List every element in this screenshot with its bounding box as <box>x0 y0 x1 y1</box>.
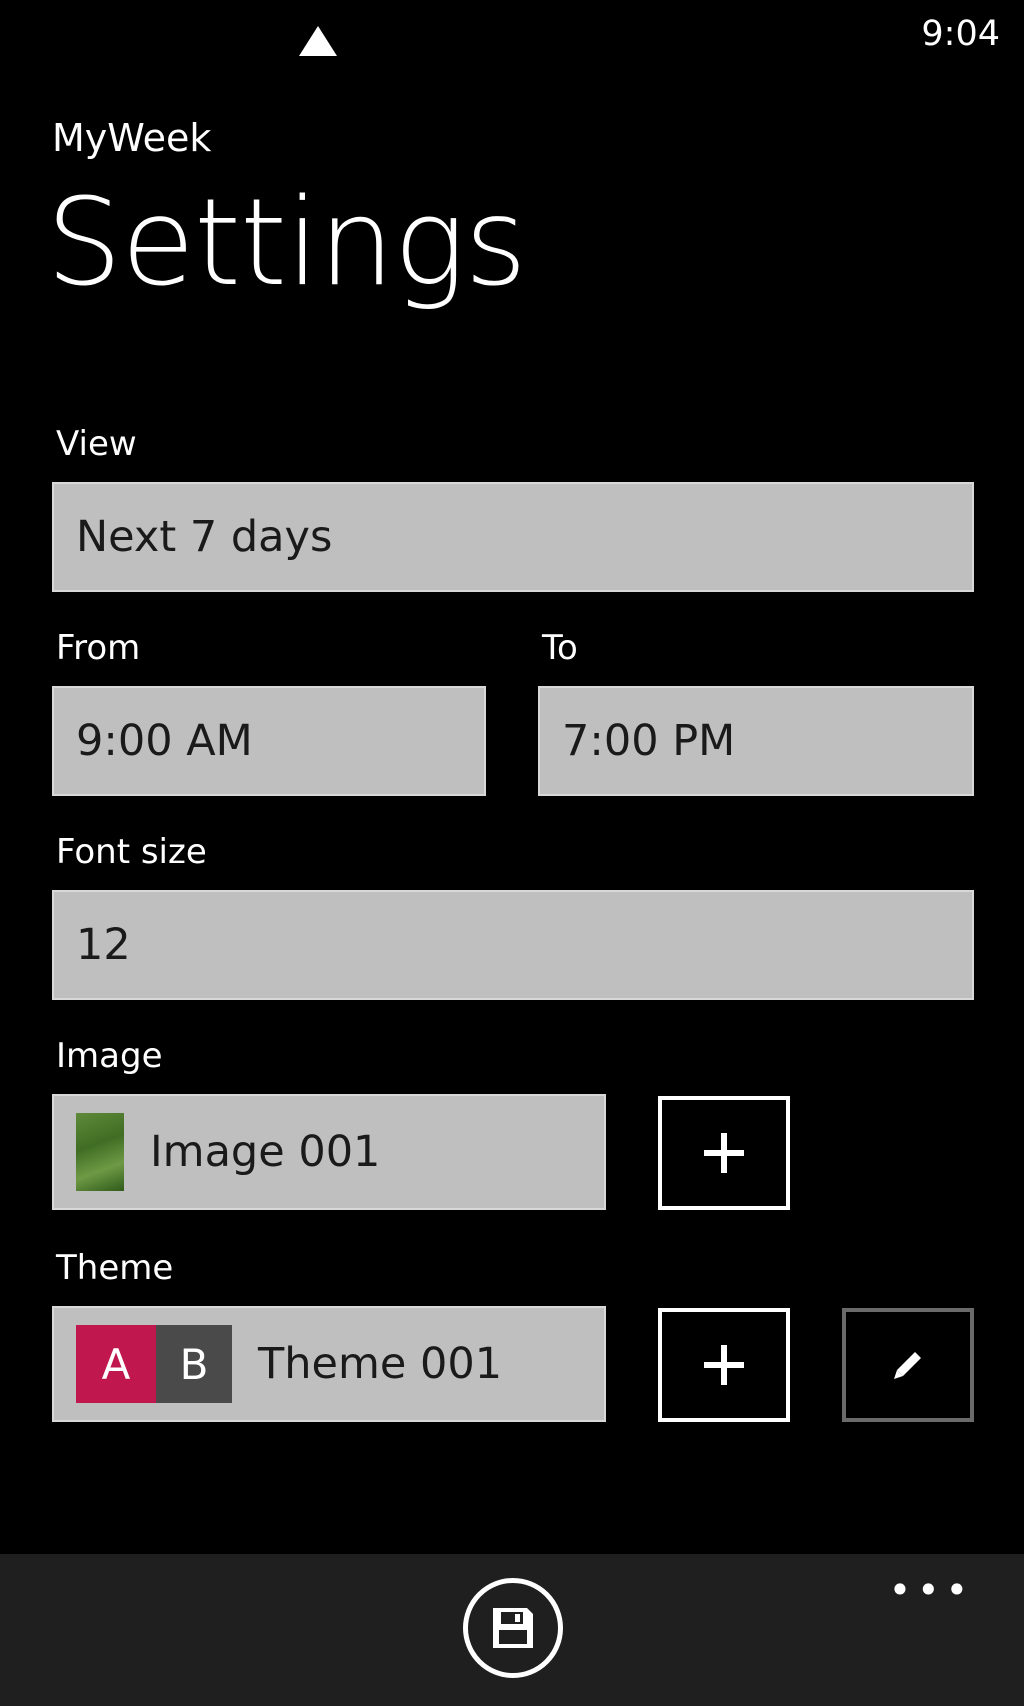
signal-icon <box>299 26 337 56</box>
to-label: To <box>542 628 578 668</box>
theme-value: Theme 001 <box>258 1339 503 1389</box>
theme-picker[interactable]: A B Theme 001 <box>52 1306 606 1422</box>
add-theme-button[interactable] <box>658 1308 790 1422</box>
image-thumbnail <box>76 1113 124 1191</box>
from-value: 9:00 AM <box>76 716 253 766</box>
from-time-picker[interactable]: 9:00 AM <box>52 686 486 796</box>
from-label: From <box>56 628 141 668</box>
page-title: Settings <box>46 174 527 313</box>
font-size-value: 12 <box>76 920 131 970</box>
theme-label: Theme <box>56 1248 174 1288</box>
view-value: Next 7 days <box>76 512 333 562</box>
font-size-picker[interactable]: 12 <box>52 890 974 1000</box>
theme-swatch-secondary: B <box>156 1325 232 1403</box>
more-options-button[interactable]: ••• <box>889 1568 974 1612</box>
image-value: Image 001 <box>150 1127 381 1177</box>
pencil-icon <box>894 1352 921 1379</box>
plus-icon <box>704 1133 744 1173</box>
to-time-picker[interactable]: 7:00 PM <box>538 686 974 796</box>
add-image-button[interactable] <box>658 1096 790 1210</box>
save-icon <box>493 1608 533 1648</box>
edit-theme-button[interactable] <box>842 1308 974 1422</box>
image-picker[interactable]: Image 001 <box>52 1094 606 1210</box>
app-title: MyWeek <box>52 116 212 160</box>
app-bar: ••• <box>0 1554 1024 1706</box>
status-time: 9:04 <box>921 14 1000 54</box>
font-size-label: Font size <box>56 832 207 872</box>
settings-screen: 9:04 MyWeek Settings View Next 7 days Fr… <box>0 0 1024 1706</box>
theme-swatch-primary: A <box>76 1325 156 1403</box>
view-picker[interactable]: Next 7 days <box>52 482 974 592</box>
save-button[interactable] <box>463 1578 563 1678</box>
to-value: 7:00 PM <box>562 716 736 766</box>
image-label: Image <box>56 1036 163 1076</box>
view-label: View <box>56 424 137 464</box>
theme-swatch: A B <box>76 1325 232 1403</box>
plus-icon <box>704 1345 744 1385</box>
